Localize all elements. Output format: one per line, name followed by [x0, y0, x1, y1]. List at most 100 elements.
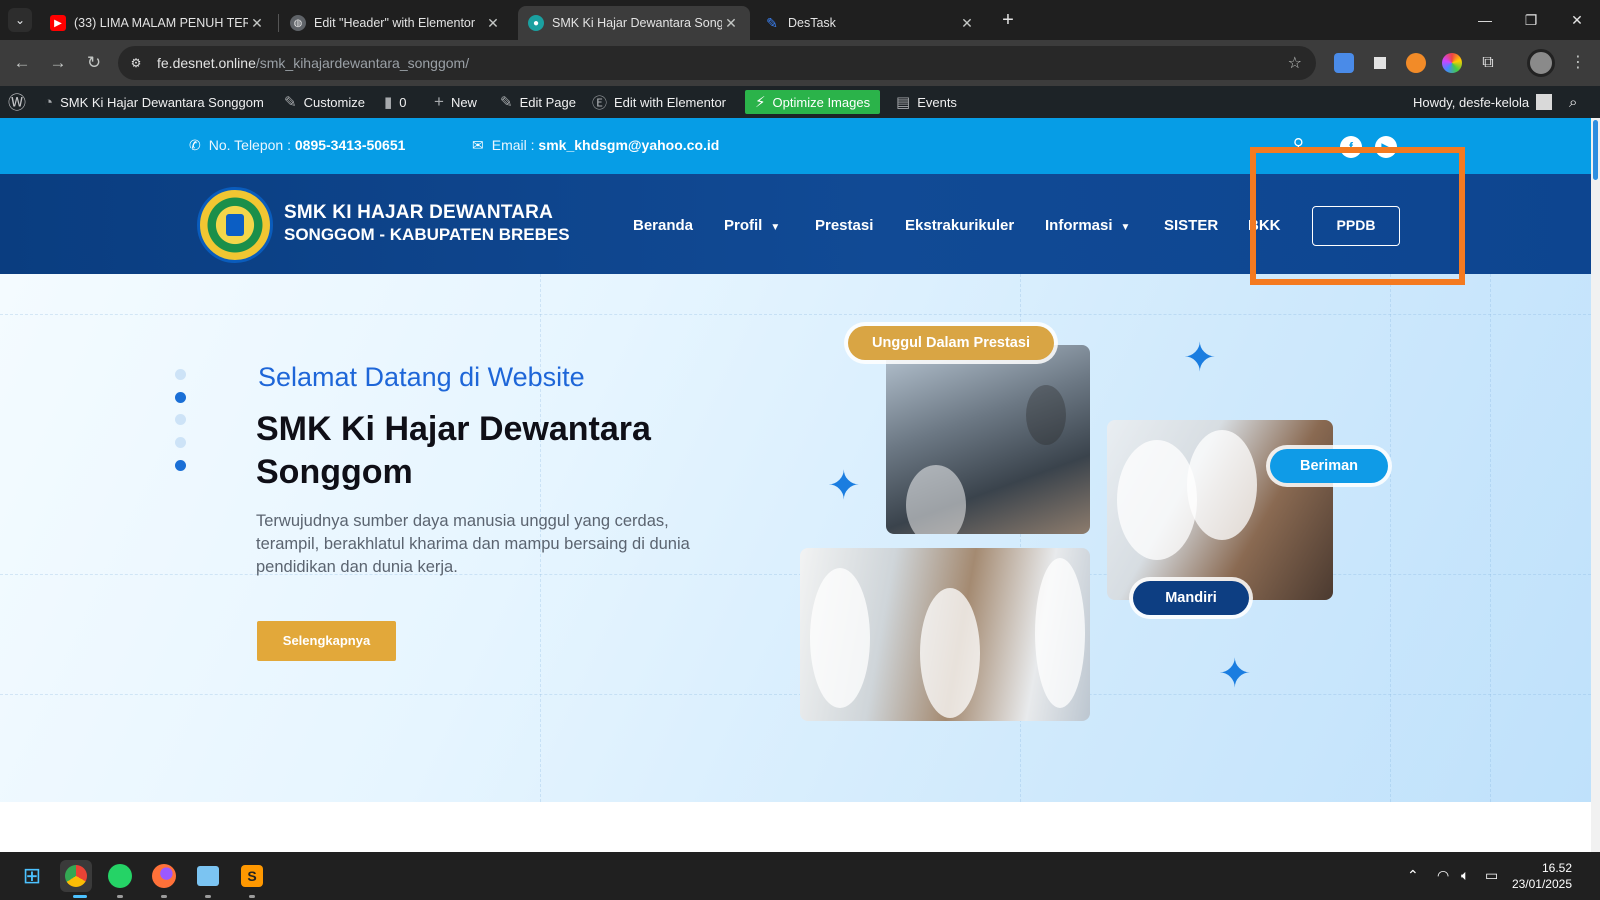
- admin-events[interactable]: ▤ Events: [896, 86, 957, 118]
- tab-strip: ⌄ ▶ (33) LIMA MALAM PENUH TER ✕ ◍ Edit "…: [0, 0, 1600, 40]
- nav-informasi[interactable]: Informasi ▼: [1045, 217, 1130, 234]
- battery-icon[interactable]: ▭: [1485, 867, 1498, 884]
- file-manager-icon[interactable]: [192, 860, 224, 892]
- windows-start-icon[interactable]: ⊞: [16, 860, 48, 892]
- admin-search-icon[interactable]: ⌕: [1569, 86, 1577, 118]
- chevron-down-icon: ▼: [1120, 222, 1131, 233]
- page-below-fold: [0, 802, 1591, 852]
- system-clock[interactable]: 16.52 23/01/2025: [1512, 860, 1572, 892]
- slide-dot-4[interactable]: [175, 437, 186, 448]
- admin-site-name[interactable]: ◔ SMK Ki Hajar Dewantara Songgom: [44, 86, 264, 118]
- badge-beriman: Beriman: [1270, 449, 1388, 483]
- tab-title: (33) LIMA MALAM PENUH TER: [74, 16, 248, 30]
- nav-ekstrakurikuler[interactable]: Ekstrakurikuler: [905, 217, 1014, 234]
- grid-line: [0, 574, 1591, 575]
- destask-icon: ✎: [766, 14, 778, 31]
- phone-contact: ✆ No. Telepon : 0895-3413-50651: [189, 137, 406, 153]
- admin-new[interactable]: + New: [434, 86, 477, 118]
- tab-title: Edit "Header" with Elementor: [314, 16, 476, 30]
- close-icon[interactable]: ✕: [958, 15, 976, 32]
- chevron-down-icon: ▼: [770, 222, 781, 233]
- slide-dot-3[interactable]: [175, 414, 186, 425]
- extension-color-icon[interactable]: [1442, 53, 1462, 73]
- bookmark-star-icon[interactable]: ☆: [1288, 53, 1302, 73]
- school-logo[interactable]: [197, 187, 273, 263]
- badge-prestasi: Unggul Dalam Prestasi: [848, 326, 1054, 360]
- nav-profil[interactable]: Profil ▼: [724, 217, 780, 234]
- plus-icon: +: [434, 92, 444, 111]
- chrome-icon[interactable]: [60, 860, 92, 892]
- admin-howdy[interactable]: Howdy, desfe-kelola: [1413, 86, 1553, 118]
- dashboard-icon: ◔: [44, 93, 54, 111]
- extensions-puzzle-icon[interactable]: ⧉: [1478, 53, 1498, 73]
- admin-customize[interactable]: ✎ Customize: [284, 86, 365, 118]
- site-info-icon[interactable]: ⚙: [126, 53, 146, 73]
- back-icon[interactable]: ←: [10, 51, 34, 75]
- profile-avatar[interactable]: [1527, 49, 1555, 77]
- url-text[interactable]: fe.desnet.online/smk_kihajardewantara_so…: [157, 55, 469, 71]
- admin-comments[interactable]: ▮ 0: [384, 86, 407, 118]
- nav-prestasi[interactable]: Prestasi: [815, 217, 873, 234]
- minimize-button[interactable]: —: [1462, 0, 1508, 40]
- students-photo-1: [886, 345, 1090, 534]
- scrollbar[interactable]: [1591, 118, 1600, 852]
- close-icon[interactable]: ✕: [722, 15, 740, 32]
- extension-flame-icon[interactable]: [1406, 53, 1426, 73]
- bolt-icon: ⚡: [755, 94, 766, 111]
- selengkapnya-button[interactable]: Selengkapnya: [257, 621, 396, 661]
- extension-docs-icon[interactable]: [1334, 53, 1354, 73]
- close-icon[interactable]: ✕: [248, 15, 266, 32]
- tab-title: DesTask: [788, 16, 836, 30]
- restore-button[interactable]: ❐: [1508, 0, 1554, 40]
- admin-optimize-images[interactable]: ⚡ Optimize Images: [745, 90, 881, 114]
- grid-line: [1490, 274, 1491, 802]
- tab-search-button[interactable]: ⌄: [8, 8, 32, 32]
- tab-title: SMK Ki Hajar Dewantara Songg: [552, 16, 722, 30]
- chrome-menu-icon[interactable]: ⋮: [1570, 52, 1586, 72]
- close-icon[interactable]: ✕: [484, 15, 502, 32]
- close-window-button[interactable]: ✕: [1554, 0, 1600, 40]
- admin-edit-page[interactable]: ✎ Edit Page: [500, 86, 576, 118]
- wordpress-logo-icon[interactable]: Ⓦ: [8, 86, 33, 118]
- whatsapp-icon[interactable]: [104, 860, 136, 892]
- slide-dot-5[interactable]: [175, 460, 186, 471]
- brush-icon: ✎: [284, 94, 297, 111]
- running-indicator: [205, 895, 211, 898]
- browser-toolbar: ← → ↻ ⚙ fe.desnet.online/smk_kihajardewa…: [0, 40, 1600, 86]
- slide-dot-2[interactable]: [175, 392, 186, 403]
- sublime-icon[interactable]: S: [236, 860, 268, 892]
- avatar: [1536, 94, 1553, 110]
- extension-screen-icon[interactable]: [1370, 53, 1390, 73]
- windows-taskbar: ⊞ S ⌃ ◠ 🔈︎ ▭ 16.52 23/01/2025: [0, 852, 1600, 900]
- tab-elementor[interactable]: ◍ Edit "Header" with Elementor ✕: [280, 6, 512, 40]
- volume-icon[interactable]: 🔈︎: [1461, 867, 1469, 884]
- scrollbar-thumb[interactable]: [1593, 120, 1598, 180]
- new-tab-button[interactable]: +: [996, 8, 1020, 32]
- firefox-icon[interactable]: [148, 860, 180, 892]
- admin-edit-elementor[interactable]: Ⓔ Edit with Elementor: [592, 86, 726, 118]
- nav-sister[interactable]: SISTER: [1164, 217, 1218, 234]
- sparkle-icon: ✦: [1218, 652, 1252, 696]
- grid-line: [0, 694, 1591, 695]
- slide-dot-1[interactable]: [175, 369, 186, 380]
- tab-smk[interactable]: ● SMK Ki Hajar Dewantara Songg ✕: [518, 6, 750, 40]
- forward-icon[interactable]: →: [46, 51, 70, 75]
- grid-line: [0, 314, 1591, 315]
- hero-title: SMK Ki Hajar Dewantara Songgom: [256, 410, 651, 491]
- globe-icon: ◍: [290, 15, 306, 31]
- reload-icon[interactable]: ↻: [82, 51, 106, 75]
- chevron-up-icon[interactable]: ⌃: [1407, 867, 1419, 884]
- phone-icon: ✆: [189, 137, 201, 153]
- grid-line: [1390, 274, 1391, 802]
- brand-title[interactable]: SMK KI HAJAR DEWANTARA: [284, 202, 553, 224]
- address-bar[interactable]: ⚙ fe.desnet.online/smk_kihajardewantara_…: [118, 46, 1316, 80]
- youtube-icon: ▶: [50, 15, 66, 31]
- sparkle-icon: ✦: [1183, 336, 1217, 380]
- tab-youtube[interactable]: ▶ (33) LIMA MALAM PENUH TER ✕: [40, 6, 276, 40]
- site-icon: ●: [528, 15, 544, 31]
- email-contact: ✉ Email : smk_khdsgm@yahoo.co.id: [472, 137, 720, 153]
- tab-destask[interactable]: ✎ DesTask ✕: [754, 6, 986, 40]
- wifi-icon[interactable]: ◠: [1437, 867, 1449, 884]
- nav-beranda[interactable]: Beranda: [633, 217, 693, 234]
- brand-subtitle[interactable]: SONGGOM - KABUPATEN BREBES: [284, 225, 570, 245]
